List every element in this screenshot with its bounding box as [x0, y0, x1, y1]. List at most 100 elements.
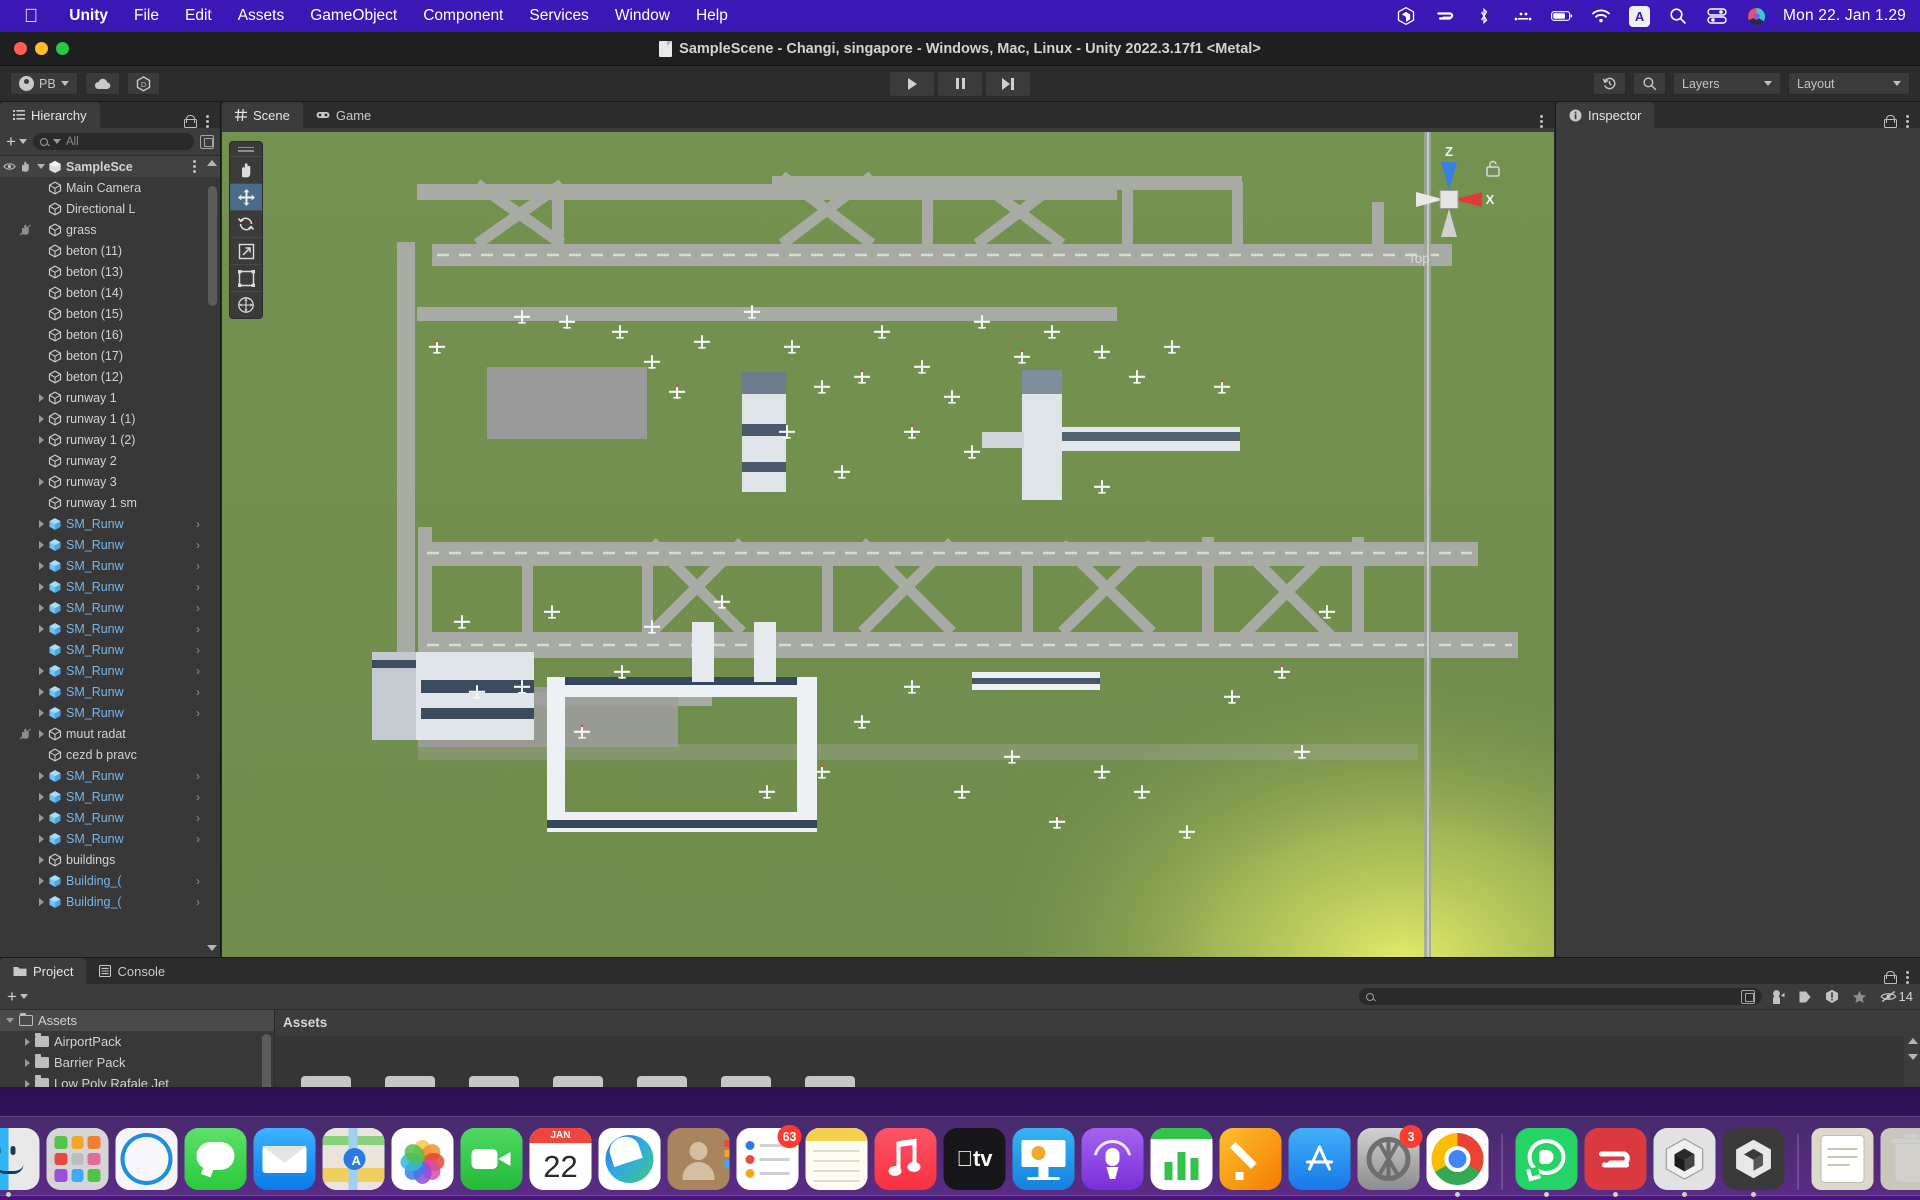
- persp-lock-icon[interactable]: [1486, 160, 1500, 177]
- hierarchy-item-12[interactable]: runway 1 (2): [0, 429, 220, 450]
- maps-icon[interactable]: A: [322, 1128, 385, 1190]
- expand-arrow[interactable]: [34, 855, 48, 864]
- project-tree-item-2[interactable]: Barrier Pack: [0, 1052, 274, 1073]
- expand-arrow[interactable]: [34, 582, 48, 591]
- photos-icon[interactable]: [391, 1128, 454, 1190]
- prefab-open-chevron[interactable]: ›: [196, 685, 200, 699]
- expressvpn-icon[interactable]: [1584, 1128, 1647, 1190]
- row-pick-slot[interactable]: [17, 224, 34, 236]
- hierarchy-item-17[interactable]: SM_Runw ›: [0, 534, 220, 555]
- menu-item-help[interactable]: Help: [683, 7, 741, 25]
- layers-dropdown[interactable]: Layers: [1673, 72, 1781, 95]
- hierarchy-scene-root[interactable]: SampleSce: [0, 156, 220, 177]
- expand-arrow[interactable]: [6, 1018, 14, 1023]
- expand-arrow[interactable]: [34, 708, 48, 717]
- dock-item-downloads-stack[interactable]: [1811, 1128, 1874, 1190]
- dock-item-unity-hub[interactable]: [1653, 1128, 1716, 1197]
- hierarchy-search-input[interactable]: All: [32, 133, 194, 150]
- input-source-a-icon[interactable]: A: [1629, 5, 1651, 27]
- expand-arrow[interactable]: [34, 813, 48, 822]
- expand-arrow[interactable]: [34, 435, 48, 444]
- microsoft-edge-icon[interactable]: [598, 1128, 661, 1190]
- facetime-icon[interactable]: [460, 1128, 523, 1190]
- expand-arrow[interactable]: [34, 477, 48, 486]
- hierarchy-item-23[interactable]: SM_Runw ›: [0, 660, 220, 681]
- hierarchy-item-30[interactable]: SM_Runw ›: [0, 807, 220, 828]
- unity-hub-icon[interactable]: [1653, 1128, 1716, 1190]
- dock-item-microsoft-edge[interactable]: [598, 1128, 661, 1190]
- calendar-icon[interactable]: JAN 22: [529, 1128, 592, 1190]
- launchpad-icon[interactable]: [46, 1128, 109, 1190]
- row-pick-slot[interactable]: [17, 728, 34, 740]
- dock-item-mail[interactable]: [253, 1128, 316, 1190]
- pause-button[interactable]: [938, 71, 982, 96]
- hidden-items-indicator[interactable]: 14: [1880, 989, 1913, 1004]
- hierarchy-item-18[interactable]: SM_Runw ›: [0, 555, 220, 576]
- scale-tool[interactable]: [230, 237, 262, 264]
- transform-tool[interactable]: [230, 291, 262, 318]
- menu-item-edit[interactable]: Edit: [172, 7, 225, 25]
- control-dots-icon[interactable]: [1512, 5, 1534, 27]
- hierarchy-item-2[interactable]: grass: [0, 219, 220, 240]
- numbers-icon[interactable]: [1150, 1128, 1213, 1190]
- prefab-open-chevron[interactable]: ›: [196, 874, 200, 888]
- scene-orientation-gizmo[interactable]: Z X Top: [1394, 142, 1504, 272]
- hierarchy-item-3[interactable]: beton (11): [0, 240, 220, 261]
- expressvpn-icon[interactable]: [1434, 5, 1456, 27]
- dock-item-apple-tv[interactable]: tv: [943, 1128, 1006, 1190]
- dock-item-numbers[interactable]: [1150, 1128, 1213, 1190]
- prefab-open-chevron[interactable]: ›: [196, 811, 200, 825]
- wifi-icon[interactable]: [1590, 5, 1612, 27]
- expand-arrow[interactable]: [34, 792, 48, 801]
- expand-arrow[interactable]: [34, 603, 48, 612]
- hierarchy-item-34[interactable]: Building_(›: [0, 891, 220, 912]
- expand-arrow[interactable]: [34, 519, 48, 528]
- expand-arrow[interactable]: [34, 393, 48, 402]
- prefab-open-chevron[interactable]: ›: [196, 769, 200, 783]
- services-button[interactable]: D: [126, 72, 160, 95]
- menu-item-component[interactable]: Component: [410, 7, 516, 25]
- hierarchy-item-21[interactable]: SM_Runw ›: [0, 618, 220, 639]
- menu-item-gameobject[interactable]: GameObject: [297, 7, 410, 25]
- popout-icon[interactable]: [200, 134, 214, 149]
- hierarchy-item-15[interactable]: runway 1 sm: [0, 492, 220, 513]
- google-chrome-icon[interactable]: [1426, 1128, 1489, 1190]
- hierarchy-item-4[interactable]: beton (13): [0, 261, 220, 282]
- tab-game[interactable]: Game: [303, 102, 384, 128]
- battery-icon[interactable]: [1551, 5, 1573, 27]
- scene-menu-icon[interactable]: [193, 160, 196, 173]
- dock-item-messages[interactable]: [184, 1128, 247, 1190]
- dock-item-keynote[interactable]: [1012, 1128, 1075, 1190]
- hierarchy-scroll-thumb[interactable]: [208, 186, 217, 306]
- hierarchy-item-16[interactable]: SM_Runw ›: [0, 513, 220, 534]
- lock-icon[interactable]: [1884, 971, 1897, 984]
- safari-icon[interactable]: [115, 1128, 178, 1190]
- dock-item-launchpad[interactable]: [46, 1128, 109, 1190]
- hierarchy-tree[interactable]: SampleSce Main Camera Directional L grass b…: [0, 156, 220, 957]
- pick-hand-icon[interactable]: [17, 161, 34, 173]
- visibility-eye-icon[interactable]: [2, 162, 17, 171]
- packages-filter-icon[interactable]: [1771, 989, 1785, 1005]
- prefab-open-chevron[interactable]: ›: [196, 832, 200, 846]
- dock-item-contacts[interactable]: [667, 1128, 730, 1190]
- dock-item-photos[interactable]: [391, 1128, 454, 1190]
- dock-item-unity-editor[interactable]: [1722, 1128, 1785, 1197]
- tab-console[interactable]: Console: [86, 958, 178, 984]
- expand-arrow[interactable]: [34, 164, 48, 169]
- apple-logo-icon[interactable]: : [24, 7, 38, 26]
- apple-tv-icon[interactable]: tv: [943, 1128, 1006, 1190]
- messages-icon[interactable]: [184, 1128, 247, 1190]
- layout-dropdown[interactable]: Layout: [1788, 72, 1910, 95]
- expand-arrow[interactable]: [25, 1037, 30, 1046]
- notes-icon[interactable]: [805, 1128, 868, 1190]
- hierarchy-item-6[interactable]: beton (15): [0, 303, 220, 324]
- prefab-open-chevron[interactable]: ›: [196, 601, 200, 615]
- hierarchy-item-29[interactable]: SM_Runw ›: [0, 786, 220, 807]
- dock-item-safari[interactable]: [115, 1128, 178, 1190]
- prefab-open-chevron[interactable]: ›: [196, 580, 200, 594]
- hierarchy-item-24[interactable]: SM_Runw ›: [0, 681, 220, 702]
- menu-item-window[interactable]: Window: [602, 7, 683, 25]
- dock-item-google-chrome[interactable]: [1426, 1128, 1489, 1197]
- undo-history-button[interactable]: [1593, 72, 1626, 95]
- menu-item-file[interactable]: File: [121, 7, 172, 25]
